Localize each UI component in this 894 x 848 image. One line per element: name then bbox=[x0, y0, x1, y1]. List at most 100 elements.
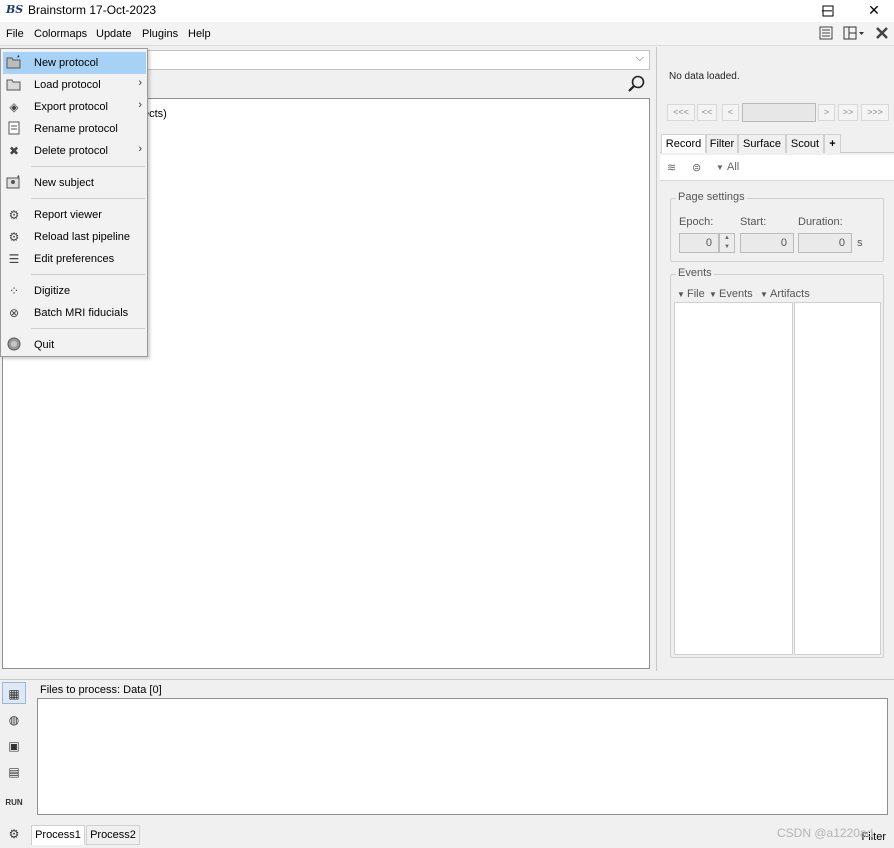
nav-last-button[interactable]: >>> bbox=[861, 104, 889, 121]
delete-protocol-icon: ✖ bbox=[8, 144, 20, 158]
menu-update[interactable]: Update bbox=[96, 28, 131, 40]
window-title: Brainstorm 17-Oct-2023 bbox=[28, 3, 157, 17]
report-viewer-icon: ⚙ bbox=[8, 208, 20, 222]
nav-next-fast-button[interactable]: >> bbox=[838, 104, 858, 121]
batch-mri-icon: ⊗ bbox=[8, 306, 20, 320]
duration-field[interactable]: 0 bbox=[798, 233, 852, 253]
files-to-process-list[interactable] bbox=[37, 698, 888, 815]
tab-scout[interactable]: Scout bbox=[786, 134, 824, 153]
pipeline-icon[interactable]: ⚙ bbox=[2, 823, 26, 845]
start-label: Start: bbox=[740, 216, 767, 228]
menu-separator bbox=[31, 328, 145, 329]
filter-sources-icon[interactable]: ◍ bbox=[2, 709, 26, 731]
chevron-right-icon: › bbox=[138, 99, 142, 111]
menu-item-load-protocol[interactable]: Load protocol › bbox=[3, 74, 146, 96]
reload-pipeline-icon: ⚙ bbox=[8, 230, 20, 244]
menu-item-quit[interactable]: Quit bbox=[3, 334, 146, 356]
maximize-button[interactable] bbox=[805, 0, 851, 22]
export-protocol-icon: ◈ bbox=[9, 100, 19, 114]
process-panel: ▦ ◍ ▣ ▤ RUN ⚙ Files to process: Data [0]… bbox=[0, 679, 894, 848]
nav-prev-fast-button[interactable]: << bbox=[697, 104, 717, 121]
chevron-down-icon: ▼ bbox=[677, 290, 685, 299]
new-subject-icon: * bbox=[6, 175, 22, 191]
menu-item-new-subject[interactable]: * New subject bbox=[3, 172, 146, 194]
tab-record[interactable]: Record bbox=[661, 134, 706, 153]
page-settings-legend: Page settings bbox=[676, 191, 747, 203]
watermark: CSDN @a1220ad bbox=[777, 826, 874, 840]
chevron-down-icon: ▼ bbox=[716, 163, 724, 172]
menu-separator bbox=[31, 166, 145, 167]
menu-item-rename-protocol[interactable]: Rename protocol bbox=[3, 118, 146, 140]
events-group: Events ▼ File ▼ Events ▼ Artifacts bbox=[670, 267, 884, 658]
menu-item-reload-last-pipeline[interactable]: ⚙ Reload last pipeline bbox=[3, 226, 146, 248]
menu-item-export-protocol[interactable]: ◈ Export protocol › bbox=[3, 96, 146, 118]
chevron-down-icon: ▼ bbox=[760, 290, 768, 299]
svg-text:*: * bbox=[17, 55, 20, 62]
close-all-icon[interactable] bbox=[874, 26, 890, 42]
events-menu-artifacts[interactable]: Artifacts bbox=[770, 288, 810, 300]
epoch-spinner[interactable]: ▲ ▼ bbox=[719, 233, 735, 253]
menu-colormaps[interactable]: Colormaps bbox=[34, 28, 87, 40]
run-button[interactable]: RUN bbox=[2, 792, 26, 814]
tab-process2[interactable]: Process2 bbox=[86, 825, 140, 845]
events-legend: Events bbox=[676, 267, 714, 279]
channel-display-icon[interactable]: ⊜ bbox=[692, 161, 701, 174]
chevron-down-icon: ⌵ bbox=[635, 52, 644, 64]
duration-unit: s bbox=[857, 237, 863, 249]
menu-item-delete-protocol[interactable]: ✖ Delete protocol › bbox=[3, 140, 146, 162]
digitize-icon: ⁘ bbox=[8, 284, 20, 298]
quit-icon bbox=[6, 337, 22, 353]
events-menu-events[interactable]: Events bbox=[719, 288, 753, 300]
files-to-process-label: Files to process: Data [0] bbox=[40, 684, 162, 696]
tab-surface[interactable]: Surface bbox=[738, 134, 786, 153]
layout-icon[interactable] bbox=[842, 26, 866, 42]
menu-item-report-viewer[interactable]: ⚙ Report viewer bbox=[3, 204, 146, 226]
montage-icon[interactable]: ≋ bbox=[667, 161, 676, 174]
filter-matrix-icon[interactable]: ▤ bbox=[2, 761, 26, 783]
filter-data-icon[interactable]: ▦ bbox=[2, 682, 26, 704]
record-panel: No data loaded. <<< << < > >> >>> Record… bbox=[660, 47, 894, 671]
menu-item-new-protocol[interactable]: * New protocol bbox=[3, 52, 146, 74]
events-menu-file[interactable]: File bbox=[687, 288, 705, 300]
title-bar: BS Brainstorm 17-Oct-2023 ─ ✕ bbox=[0, 0, 894, 22]
nav-first-button[interactable]: <<< bbox=[667, 104, 695, 121]
record-tabs: Record Filter Surface Scout + bbox=[660, 134, 894, 153]
file-menu: * New protocol Load protocol › ◈ Export … bbox=[0, 48, 148, 357]
event-times-list[interactable] bbox=[794, 302, 881, 655]
new-protocol-icon: * bbox=[6, 55, 22, 71]
filter-timefreq-icon[interactable]: ▣ bbox=[2, 735, 26, 757]
channel-selector[interactable]: All bbox=[727, 161, 739, 173]
menu-separator bbox=[31, 274, 145, 275]
tab-filter[interactable]: Filter bbox=[706, 134, 738, 153]
menu-file[interactable]: File bbox=[6, 28, 24, 40]
chevron-right-icon: › bbox=[138, 143, 142, 155]
no-data-label: No data loaded. bbox=[669, 71, 740, 82]
preferences-icon: ☰ bbox=[8, 252, 20, 266]
menu-item-batch-mri-fiducials[interactable]: ⊗ Batch MRI fiducials bbox=[3, 302, 146, 324]
preferences-icon[interactable] bbox=[818, 26, 834, 42]
nav-next-button[interactable]: > bbox=[818, 104, 835, 121]
record-toolbar: ≋ ⊜ ▼ All bbox=[660, 155, 894, 181]
menu-plugins[interactable]: Plugins bbox=[142, 28, 178, 40]
menu-bar: File Colormaps Update Plugins Help bbox=[0, 22, 894, 46]
tab-add[interactable]: + bbox=[824, 134, 841, 153]
start-field[interactable]: 0 bbox=[740, 233, 794, 253]
load-protocol-icon bbox=[6, 77, 22, 93]
menu-help[interactable]: Help bbox=[188, 28, 211, 40]
time-field[interactable] bbox=[742, 103, 816, 122]
search-icon[interactable] bbox=[626, 74, 648, 96]
event-groups-list[interactable] bbox=[674, 302, 793, 655]
menu-item-digitize[interactable]: ⁘ Digitize bbox=[3, 280, 146, 302]
duration-label: Duration: bbox=[798, 216, 843, 228]
chevron-down-icon: ▼ bbox=[709, 290, 717, 299]
menu-item-edit-preferences[interactable]: ☰ Edit preferences bbox=[3, 248, 146, 270]
epoch-field[interactable]: 0 bbox=[679, 233, 719, 253]
nav-prev-button[interactable]: < bbox=[722, 104, 739, 121]
process-side-toolbar: ▦ ◍ ▣ ▤ RUN ⚙ bbox=[0, 680, 28, 848]
tab-process1[interactable]: Process1 bbox=[31, 825, 85, 845]
chevron-right-icon: › bbox=[138, 77, 142, 89]
page-settings-group: Page settings Epoch: Start: Duration: 0 … bbox=[670, 191, 884, 262]
epoch-label: Epoch: bbox=[679, 216, 714, 228]
close-window-button[interactable]: ✕ bbox=[851, 0, 894, 22]
svg-text:*: * bbox=[17, 175, 20, 182]
